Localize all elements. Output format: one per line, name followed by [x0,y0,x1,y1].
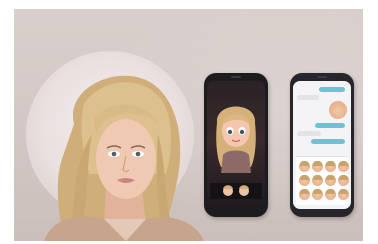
sticker [325,161,336,172]
sticker [312,189,323,200]
sticker [299,189,310,200]
sticker [312,161,323,172]
chat-bubble-incoming [297,95,319,100]
photo-frame [14,9,363,241]
phone-messages [290,73,354,217]
sticker [312,175,323,186]
sticker [325,189,336,200]
sticker [338,189,349,200]
sticker-message [329,101,347,119]
front-camera [231,76,241,78]
sticker [299,161,310,172]
front-camera [317,76,327,78]
chat-bubble-outgoing [315,123,345,128]
chat-bubble-outgoing [319,87,345,92]
sticker [338,175,349,186]
chat-bubble-incoming [297,131,321,136]
phone-screen-messages [293,81,351,209]
sticker [299,175,310,186]
sticker [325,175,336,186]
phone-avatar-camera [204,73,268,217]
sticker-panel [296,156,349,205]
phone-screen-avatar [207,81,265,209]
sticker [338,161,349,172]
emoji-avatar [210,106,262,199]
woman-portrait [44,75,204,241]
chat-bubble-outgoing [311,139,345,144]
